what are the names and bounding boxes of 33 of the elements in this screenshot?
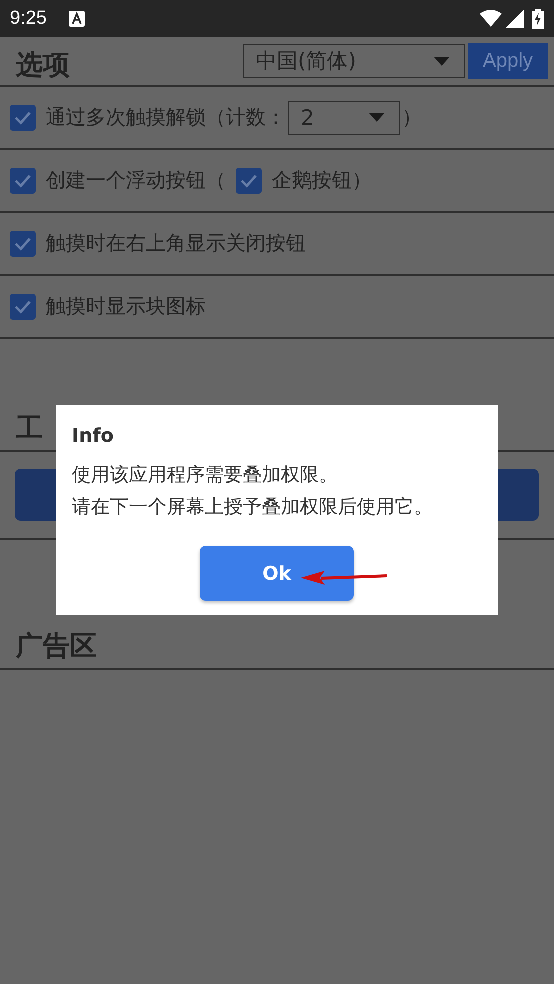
option-label: 企鹅按钮） (272, 167, 372, 194)
option-label: ） (402, 104, 422, 131)
count-dropdown[interactable]: 2 (288, 100, 400, 134)
checkbox[interactable] (10, 230, 36, 256)
check-icon (14, 236, 32, 250)
section-title: 工 (16, 412, 43, 446)
check-icon (14, 110, 32, 124)
caret-icon (369, 113, 385, 122)
ok-button[interactable]: Ok (200, 546, 354, 601)
language-dropdown[interactable]: 中国(简体) (243, 44, 465, 78)
option-label: 创建一个浮动按钮（ (46, 167, 226, 194)
caret-icon (434, 56, 450, 66)
dialog-message: 请在下一个屏幕上授予叠加权限后使用它。 (72, 495, 433, 520)
checkbox[interactable] (10, 104, 36, 130)
checkbox[interactable] (10, 168, 36, 194)
check-icon (14, 300, 32, 314)
signal-icon (506, 10, 524, 28)
dialog-message: 使用该应用程序需要叠加权限。 (72, 463, 338, 488)
wifi-icon (480, 10, 502, 27)
option-label: 通过多次触摸解锁（计数： (46, 104, 286, 131)
checkbox[interactable] (236, 168, 262, 194)
check-icon (240, 174, 258, 188)
check-icon (14, 174, 32, 188)
apply-button[interactable]: Apply (468, 43, 548, 79)
checkbox[interactable] (10, 294, 36, 320)
battery-icon (532, 8, 544, 28)
option-label: 触摸时显示块图标 (46, 293, 206, 320)
keyboard-notification-icon (68, 10, 85, 26)
status-time: 9:25 (10, 8, 47, 30)
section-title: 广告区 (16, 630, 97, 664)
page-title: 选项 (16, 49, 71, 83)
option-label: 触摸时在右上角显示关闭按钮 (46, 230, 306, 257)
dialog-title: Info (72, 425, 114, 447)
